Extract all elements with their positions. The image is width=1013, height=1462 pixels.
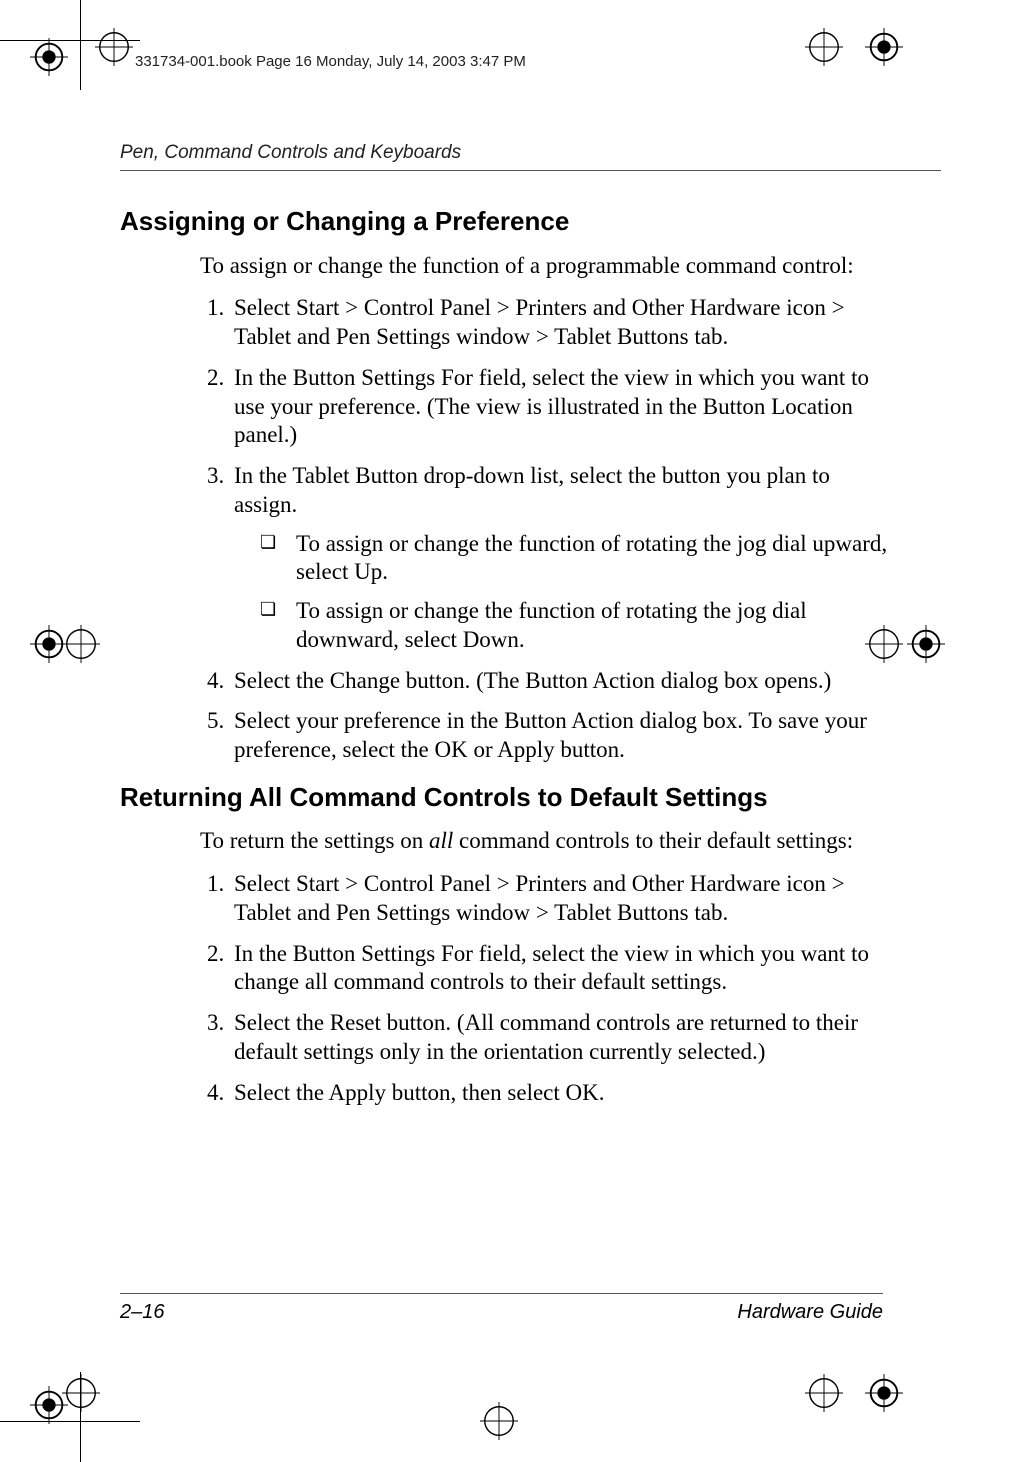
regmark-icon (865, 28, 903, 66)
page-number: 2–16 (120, 1301, 165, 1324)
crosshair-icon (480, 1402, 518, 1440)
regmark-icon (907, 625, 945, 663)
sub-item: To assign or change the function of rota… (260, 597, 890, 655)
step-item: In the Tablet Button drop-down list, sel… (230, 462, 890, 655)
intro-em: all (429, 828, 453, 853)
step-text: In the Tablet Button drop-down list, sel… (234, 463, 830, 517)
crosshair-icon (805, 1374, 843, 1412)
crosshair-icon (805, 28, 843, 66)
header-rule (120, 170, 941, 171)
section-intro: To return the settings on all command co… (200, 827, 890, 856)
page-content: Assigning or Changing a Preference To as… (120, 205, 890, 1123)
step-item: Select Start > Control Panel > Printers … (230, 870, 890, 928)
step-item: Select the Apply button, then select OK. (230, 1079, 890, 1108)
sub-item: To assign or change the function of rota… (260, 530, 890, 588)
steps-list: Select Start > Control Panel > Printers … (200, 294, 890, 765)
crosshair-icon (62, 1374, 100, 1412)
section-title: Returning All Command Controls to Defaul… (120, 781, 890, 814)
intro-text: To return the settings on (200, 828, 429, 853)
crosshair-icon (95, 28, 133, 66)
section-title: Assigning or Changing a Preference (120, 205, 890, 238)
step-item: Select your preference in the Button Act… (230, 707, 890, 765)
step-item: In the Button Settings For field, select… (230, 940, 890, 998)
crosshair-icon (62, 625, 100, 663)
step-item: Select Start > Control Panel > Printers … (230, 294, 890, 352)
step-item: Select the Reset button. (All command co… (230, 1009, 890, 1067)
step-item: Select the Change button. (The Button Ac… (230, 667, 890, 696)
page-meta: 331734-001.book Page 16 Monday, July 14,… (135, 53, 526, 70)
regmark-icon (865, 1374, 903, 1412)
sub-list: To assign or change the function of rota… (234, 530, 890, 655)
steps-list: Select Start > Control Panel > Printers … (200, 870, 890, 1107)
intro-text: command controls to their default settin… (453, 828, 853, 853)
running-head: Pen, Command Controls and Keyboards (120, 142, 461, 164)
section-intro: To assign or change the function of a pr… (200, 252, 890, 281)
regmark-icon (30, 38, 68, 76)
footer-rule (120, 1293, 883, 1294)
doc-title: Hardware Guide (737, 1301, 883, 1324)
step-item: In the Button Settings For field, select… (230, 364, 890, 450)
